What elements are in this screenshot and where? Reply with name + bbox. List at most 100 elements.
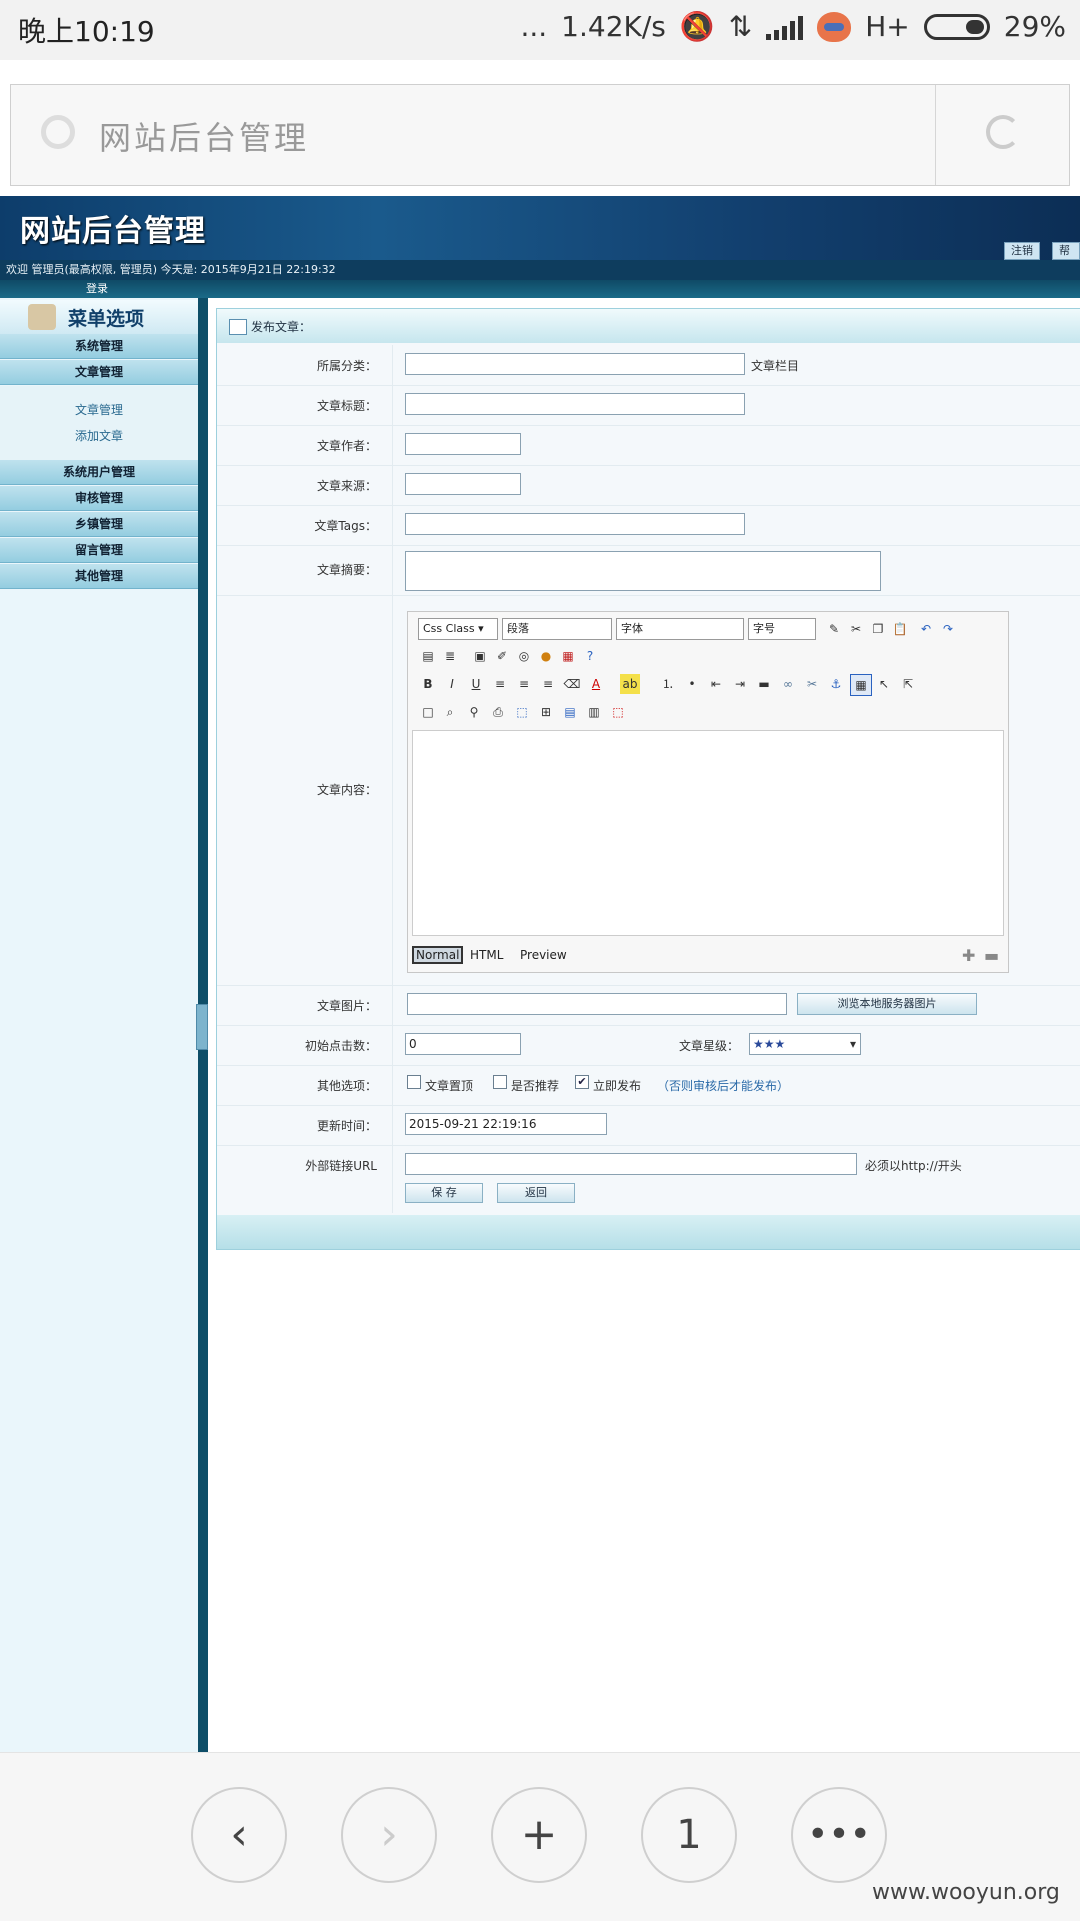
sidebar-item-system[interactable]: 系统管理 [0, 334, 198, 359]
publish-checkbox[interactable]: ✔ [575, 1075, 589, 1089]
login-link[interactable]: 登录 [86, 280, 108, 298]
reload-icon[interactable] [986, 115, 1020, 149]
paragraph-select[interactable]: 段落 [502, 618, 612, 640]
top-checkbox[interactable] [407, 1075, 421, 1089]
cut-icon[interactable]: ✂ [846, 619, 866, 639]
pdf-icon[interactable]: ▦ [558, 646, 578, 666]
outdent-icon[interactable]: ⇤ [706, 674, 726, 694]
tab-html[interactable]: HTML [470, 948, 503, 962]
sidebar-item-towns[interactable]: 乡镇管理 [0, 512, 198, 537]
admin-logo: 网站后台管理 [20, 214, 206, 249]
row-source: 文章来源： [217, 465, 1080, 506]
highlight-icon[interactable]: ab [620, 674, 640, 694]
address-bar[interactable]: 网站后台管理 [10, 84, 1070, 186]
save-button[interactable]: 保 存 [405, 1183, 483, 1203]
print-icon[interactable]: ⎙ [488, 702, 508, 722]
template-icon[interactable]: ▤ [418, 646, 438, 666]
eraser-icon[interactable]: ⌫ [562, 674, 582, 694]
clicks-input[interactable]: 0 [405, 1033, 521, 1055]
shrink-icon[interactable]: ▬ [984, 946, 999, 965]
indent-icon[interactable]: ⇥ [730, 674, 750, 694]
bold-icon[interactable]: B [418, 674, 438, 694]
source-input[interactable] [405, 473, 521, 495]
back-button[interactable]: 返回 [497, 1183, 575, 1203]
sidebar: 菜单选项 系统管理 文章管理 文章管理 添加文章 系统用户管理 审核管理 乡镇管… [0, 298, 198, 1752]
table-props-icon[interactable]: ▥ [584, 702, 604, 722]
sidebar-item-other[interactable]: 其他管理 [0, 564, 198, 589]
sidebar-collapse-handle[interactable] [196, 1004, 208, 1050]
sidebar-subitem-add-article[interactable]: 添加文章 [0, 424, 198, 448]
redo-icon[interactable]: ↷ [938, 619, 958, 639]
align-center-icon[interactable]: ≡ [514, 674, 534, 694]
format-icon[interactable]: ≣ [440, 646, 460, 666]
align-left-icon[interactable]: ≡ [490, 674, 510, 694]
box-icon[interactable]: ⬚ [512, 702, 532, 722]
new-tab-icon[interactable]: + [491, 1787, 587, 1883]
category-select[interactable] [405, 353, 745, 375]
brush-icon[interactable]: ✎ [824, 619, 844, 639]
media-icon[interactable]: ● [536, 646, 556, 666]
flash-icon[interactable]: ◎ [514, 646, 534, 666]
font-color-icon[interactable]: A [586, 674, 606, 694]
unlink-icon[interactable]: ✂ [802, 674, 822, 694]
row-category: 所属分类： 文章栏目 [217, 345, 1080, 386]
row-image: 文章图片： 浏览本地服务器图片 [217, 985, 1080, 1026]
tags-input[interactable] [405, 513, 745, 535]
grid-icon[interactable]: ⊞ [536, 702, 556, 722]
underline-icon[interactable]: U [466, 674, 486, 694]
stars-select[interactable]: ★★★ ▾ [749, 1033, 861, 1055]
logout-button[interactable]: 注销 [1004, 242, 1040, 260]
css-class-select[interactable]: Css Class ▾ [418, 618, 498, 640]
table-icon[interactable]: ▦ [850, 674, 872, 696]
new-page-icon[interactable]: □ [418, 702, 438, 722]
expand-icon[interactable]: ✚ [962, 946, 975, 965]
preview-icon[interactable]: ⌕ [440, 702, 460, 722]
tab-normal[interactable]: Normal [412, 946, 464, 964]
layer-icon[interactable]: ⬚ [608, 702, 628, 722]
select-icon[interactable]: ⇱ [898, 674, 918, 694]
tab-preview[interactable]: Preview [520, 948, 567, 962]
recommend-checkbox[interactable] [493, 1075, 507, 1089]
help-icon[interactable]: ? [580, 646, 600, 666]
summary-label: 文章摘要： [316, 563, 377, 577]
sidebar-item-messages[interactable]: 留言管理 [0, 538, 198, 563]
copy-icon[interactable]: ❐ [868, 619, 888, 639]
back-icon[interactable]: ‹ [191, 1787, 287, 1883]
editor-content-area[interactable] [412, 730, 1004, 936]
page-title[interactable]: 网站后台管理 [99, 113, 309, 159]
horizontal-rule-icon[interactable]: ▬ [754, 674, 774, 694]
more-menu-icon[interactable]: ••• [791, 1787, 887, 1883]
summary-textarea[interactable] [405, 551, 881, 591]
paste-icon[interactable]: 📋 [890, 619, 910, 639]
forward-icon[interactable]: › [341, 1787, 437, 1883]
edit-image-icon[interactable]: ✐ [492, 646, 512, 666]
align-right-icon[interactable]: ≡ [538, 674, 558, 694]
undo-icon[interactable]: ↶ [916, 619, 936, 639]
author-input[interactable] [405, 433, 521, 455]
sidebar-item-articles[interactable]: 文章管理 [0, 360, 198, 385]
image-input[interactable] [407, 993, 787, 1015]
ordered-list-icon[interactable]: ⒈ [658, 674, 678, 694]
anchor-icon[interactable]: ⚓ [826, 674, 846, 694]
sidebar-item-users[interactable]: 系统用户管理 [0, 460, 198, 485]
unordered-list-icon[interactable]: • [682, 674, 702, 694]
insert-table-icon[interactable]: ▤ [560, 702, 580, 722]
more-dots: ... [520, 10, 548, 43]
link-icon[interactable]: ∞ [778, 674, 798, 694]
italic-icon[interactable]: I [442, 674, 462, 694]
size-select[interactable]: 字号 [748, 618, 816, 640]
font-select[interactable]: 字体 [616, 618, 744, 640]
title-input[interactable] [405, 393, 745, 415]
browse-image-button[interactable]: 浏览本地服务器图片 [797, 993, 977, 1015]
url-input[interactable] [405, 1153, 857, 1175]
sidebar-subitem-article-manage[interactable]: 文章管理 [0, 398, 198, 422]
image-icon[interactable]: ▣ [470, 646, 490, 666]
help-button[interactable]: 帮助 [1052, 242, 1080, 273]
find-icon[interactable]: ⚲ [464, 702, 484, 722]
time-input[interactable]: 2015-09-21 22:19:16 [405, 1113, 607, 1135]
tab-count-button[interactable]: 1 [641, 1787, 737, 1883]
sidebar-item-audit[interactable]: 审核管理 [0, 486, 198, 511]
cursor-icon[interactable]: ↖ [874, 674, 894, 694]
form-icon [229, 319, 247, 335]
row-title: 文章标题： [217, 385, 1080, 426]
